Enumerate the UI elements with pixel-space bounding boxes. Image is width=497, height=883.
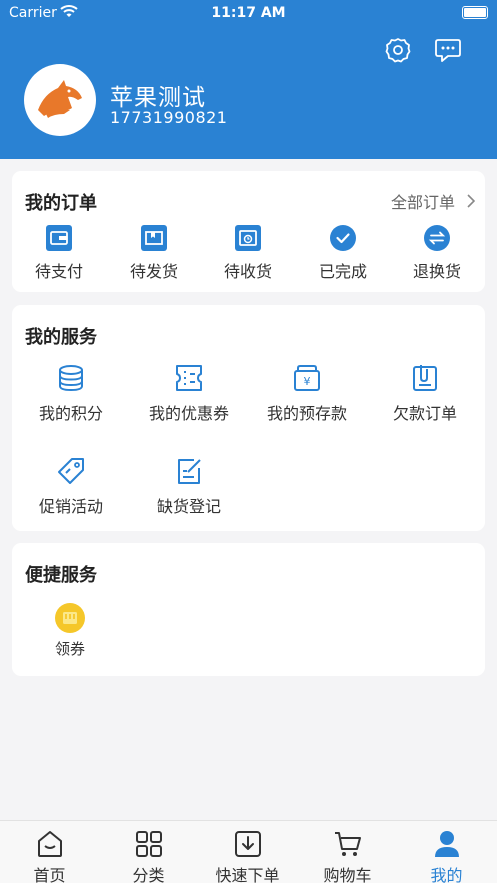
download-icon bbox=[234, 831, 261, 857]
clock-icon bbox=[235, 225, 261, 251]
service-arrears[interactable]: 欠款订单 bbox=[366, 363, 484, 424]
tab-label: 首页 bbox=[33, 866, 66, 883]
message-icon[interactable] bbox=[434, 36, 462, 64]
service-coupons[interactable]: 我的优惠券 bbox=[130, 363, 248, 424]
avatar[interactable] bbox=[24, 64, 96, 136]
horse-logo-icon bbox=[38, 80, 82, 118]
chevron-right-icon bbox=[467, 194, 475, 208]
cart-icon bbox=[334, 832, 361, 856]
service-promotions[interactable]: 促销活动 bbox=[12, 456, 130, 517]
service-deposit[interactable]: ¥ 我的预存款 bbox=[248, 363, 366, 424]
order-label: 已完成 bbox=[318, 262, 367, 281]
service-stockout[interactable]: 缺货登记 bbox=[130, 456, 248, 517]
tab-label: 购物车 bbox=[323, 866, 372, 883]
order-label: 待发货 bbox=[129, 262, 178, 281]
tab-label: 分类 bbox=[132, 866, 165, 883]
status-time: 11:17 AM bbox=[211, 5, 286, 21]
service-label: 我的预存款 bbox=[266, 404, 347, 423]
grid-icon bbox=[135, 831, 162, 857]
edit-icon bbox=[178, 459, 201, 484]
svg-text:¥: ¥ bbox=[304, 375, 311, 388]
settings-icon[interactable] bbox=[384, 36, 412, 64]
service-label: 欠款订单 bbox=[392, 404, 457, 423]
all-orders-label: 全部订单 bbox=[390, 193, 455, 212]
wallet-icon bbox=[46, 225, 72, 251]
tag-icon bbox=[58, 458, 84, 484]
quick-label: 领券 bbox=[54, 640, 85, 658]
user-phone: 17731990821 bbox=[110, 108, 228, 127]
user-name: 苹果测试 bbox=[110, 85, 206, 111]
home-icon bbox=[37, 831, 62, 857]
quick-services-card: 便捷服务 领券 bbox=[12, 543, 485, 676]
service-label: 促销活动 bbox=[38, 497, 103, 516]
orders-title: 我的订单 bbox=[25, 193, 97, 214]
service-label: 我的积分 bbox=[38, 404, 103, 423]
profile-header: Carrier 11:17 AM 苹果测试 17731990821 bbox=[0, 0, 497, 159]
tab-home[interactable]: 首页 bbox=[0, 829, 99, 883]
my-orders-card: 我的订单 全部订单 待支付 待发货 待收货 已完成 退换货 bbox=[12, 171, 485, 292]
order-returns[interactable]: 退换货 bbox=[392, 225, 482, 282]
tab-bar: 首页 分类 快速下单 购物车 我的 bbox=[0, 820, 497, 883]
order-label: 待收货 bbox=[223, 262, 272, 281]
tab-quick-order[interactable]: 快速下单 bbox=[198, 829, 297, 883]
clipboard-icon bbox=[413, 365, 437, 391]
order-pending-payment[interactable]: 待支付 bbox=[14, 225, 104, 282]
tab-cart[interactable]: 购物车 bbox=[298, 829, 397, 883]
person-icon bbox=[434, 831, 459, 857]
order-pending-receipt[interactable]: 待收货 bbox=[203, 225, 293, 282]
my-services-card: 我的服务 我的积分 我的优惠券 ¥ 我的预存款 欠款订单 促销活动 缺货登记 bbox=[12, 305, 485, 531]
box-icon bbox=[141, 225, 167, 251]
quick-coupon[interactable]: 领券 bbox=[44, 603, 96, 659]
ticket-icon bbox=[176, 365, 202, 391]
status-bar: Carrier 11:17 AM bbox=[0, 0, 497, 26]
service-points[interactable]: 我的积分 bbox=[12, 363, 130, 424]
tab-mine[interactable]: 我的 bbox=[397, 829, 496, 883]
check-circle-icon bbox=[330, 225, 356, 251]
tab-label: 快速下单 bbox=[215, 866, 280, 883]
coupon-icon bbox=[55, 603, 85, 633]
order-pending-shipment[interactable]: 待发货 bbox=[109, 225, 199, 282]
order-label: 待支付 bbox=[34, 262, 83, 281]
services-title: 我的服务 bbox=[25, 327, 97, 348]
deposit-icon: ¥ bbox=[294, 365, 320, 391]
service-label: 缺货登记 bbox=[156, 497, 221, 516]
tab-label: 我的 bbox=[430, 866, 463, 883]
service-label: 我的优惠券 bbox=[148, 404, 229, 423]
order-completed[interactable]: 已完成 bbox=[298, 225, 388, 282]
exchange-icon bbox=[424, 225, 450, 251]
battery-icon bbox=[462, 6, 488, 19]
order-label: 退换货 bbox=[412, 262, 461, 281]
quick-title: 便捷服务 bbox=[25, 565, 97, 586]
coins-icon bbox=[59, 365, 83, 392]
tab-category[interactable]: 分类 bbox=[99, 829, 198, 883]
all-orders-link[interactable]: 全部订单 bbox=[391, 189, 475, 213]
